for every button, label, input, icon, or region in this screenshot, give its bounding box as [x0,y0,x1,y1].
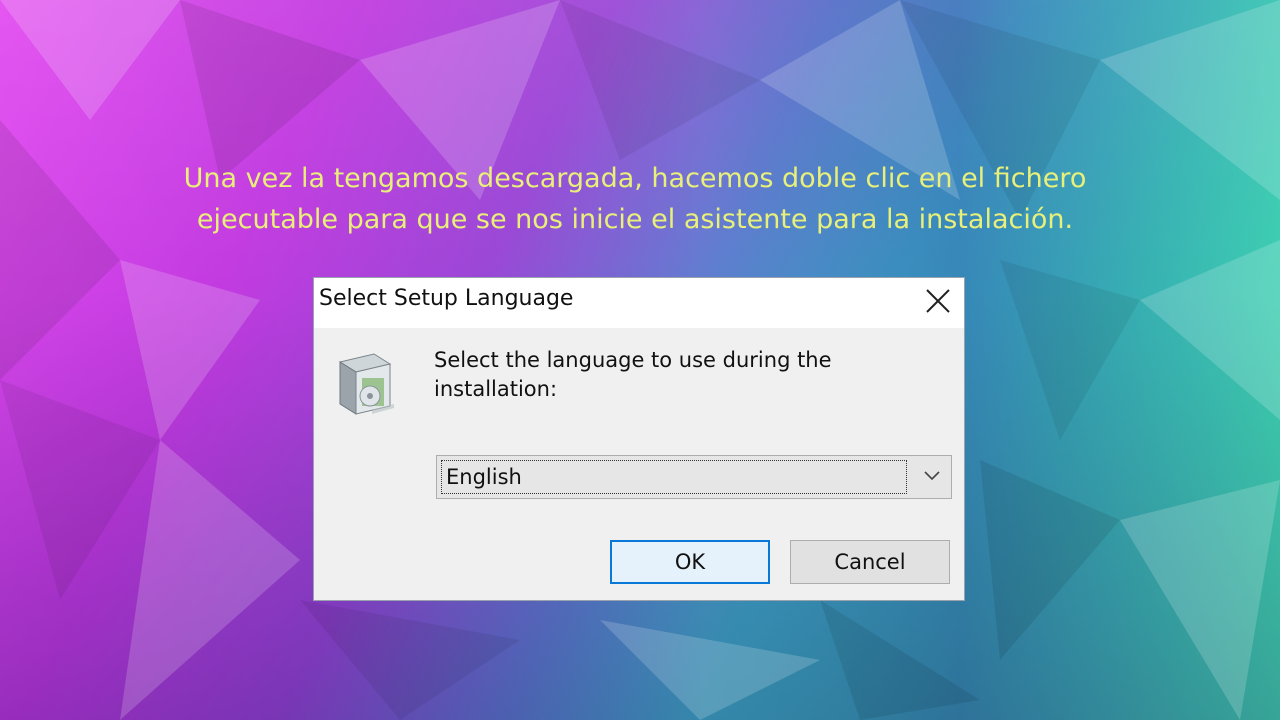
caption-line-2: ejecutable para que se nos inicie el asi… [196,204,1074,235]
close-icon [926,289,950,313]
select-setup-language-dialog: Select Setup Language Select the languag… [314,278,964,600]
prompt-line-1: Select the language to use during the [434,348,832,372]
language-select-focus-box: English [441,460,907,494]
caption-line-1: Una vez la tengamos descargada, hacemos … [183,163,1087,194]
dialog-titlebar[interactable]: Select Setup Language [314,278,964,328]
instruction-caption: Una vez la tengamos descargada, hacemos … [160,158,1110,240]
prompt-line-2: installation: [434,377,558,401]
ok-button[interactable]: OK [610,540,770,584]
close-button[interactable] [912,278,964,324]
cancel-button[interactable]: Cancel [790,540,950,584]
setup-box-icon [338,353,394,415]
dialog-title: Select Setup Language [319,286,574,311]
language-prompt: Select the language to use during the in… [434,346,914,404]
language-select[interactable]: English [436,455,952,499]
language-select-value: English [446,465,522,489]
chevron-down-icon[interactable] [923,470,941,482]
